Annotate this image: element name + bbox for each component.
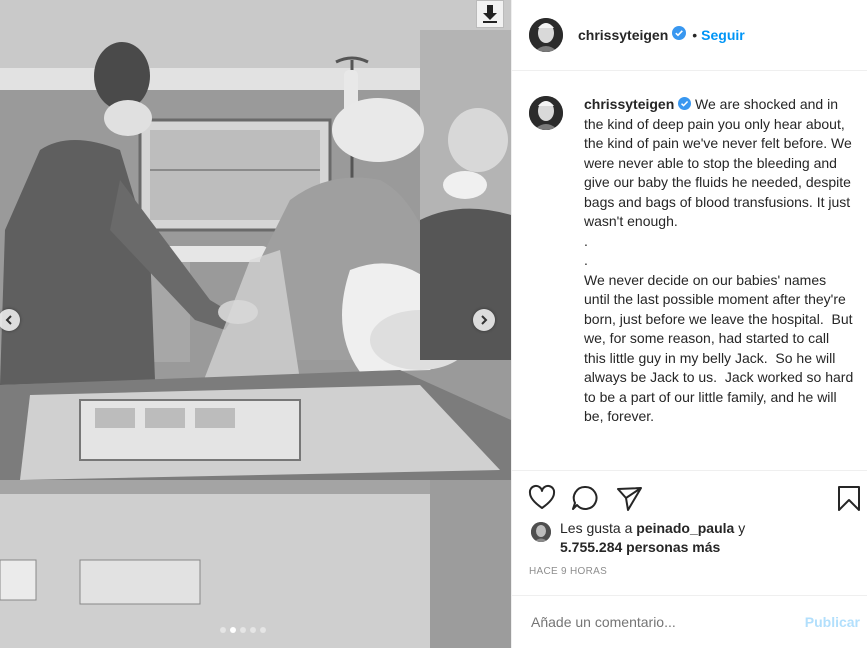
caption-text: chrissyteigen We are shocked and in the …	[584, 95, 854, 427]
heart-icon	[528, 484, 556, 509]
chevron-left-icon	[5, 315, 12, 325]
verified-badge-icon	[678, 97, 692, 110]
username[interactable]: chrissyteigen	[578, 27, 668, 43]
caption-paragraph: We never decide on our babies' names unt…	[584, 271, 858, 425]
likes-summary: Les gusta a peinado_paula y 5.755.284 pe…	[529, 519, 859, 559]
download-arrow-icon	[483, 5, 497, 23]
publish-button[interactable]: Publicar	[805, 614, 860, 630]
caption-paragraph: .	[584, 252, 588, 268]
liker-username[interactable]: peinado_paula	[636, 520, 734, 536]
carousel-indicator	[220, 627, 266, 633]
liker-avatar[interactable]	[531, 522, 551, 542]
next-slide-button[interactable]	[473, 309, 495, 331]
caption-paragraph: We are shocked and in the kind of deep p…	[584, 96, 856, 229]
likes-joiner: y	[738, 520, 746, 536]
carousel-dot	[250, 627, 256, 633]
post-header: chrissyteigen • Seguir	[512, 0, 867, 71]
carousel-dot	[230, 627, 236, 633]
likes-line: 5.755.284 personas más	[560, 538, 720, 557]
carousel-dot	[240, 627, 246, 633]
verified-badge-icon	[672, 25, 687, 45]
follow-button[interactable]: Seguir	[701, 27, 745, 43]
comment-composer: Publicar	[512, 595, 867, 649]
post-side-panel: chrissyteigen • Seguir chrissyteigen We	[511, 0, 867, 648]
hospital-scene-image	[0, 0, 511, 648]
profile-photo	[529, 96, 563, 130]
comment-input[interactable]	[529, 613, 783, 631]
avatar[interactable]	[529, 18, 563, 52]
carousel-dot	[220, 627, 226, 633]
post-viewer: chrissyteigen • Seguir chrissyteigen We	[0, 0, 867, 648]
caption-paragraph: .	[584, 232, 588, 249]
caption-username[interactable]: chrissyteigen	[584, 96, 674, 112]
chevron-right-icon	[481, 315, 488, 325]
bookmark-icon	[838, 486, 860, 511]
profile-photo	[529, 18, 563, 52]
action-bar	[512, 470, 867, 523]
avatar[interactable]	[529, 96, 563, 130]
caption-area: chrissyteigen We are shocked and in the …	[512, 71, 867, 469]
liker-photo	[531, 522, 551, 542]
carousel-dot	[260, 627, 266, 633]
save-button[interactable]	[834, 483, 864, 513]
download-button[interactable]	[476, 0, 504, 28]
separator-dot: •	[692, 27, 698, 43]
post-timestamp[interactable]: HACE 9 HORAS	[529, 566, 607, 577]
likes-prefix: Les gusta a	[560, 520, 633, 536]
likes-line: Les gusta a peinado_paula y	[560, 519, 745, 538]
paper-plane-icon	[617, 487, 642, 511]
post-photo[interactable]	[0, 0, 511, 648]
share-button[interactable]	[614, 483, 644, 513]
comment-icon	[572, 485, 598, 510]
comment-button[interactable]	[570, 483, 600, 513]
like-button[interactable]	[527, 483, 557, 513]
likes-count[interactable]: 5.755.284 personas más	[560, 539, 720, 555]
